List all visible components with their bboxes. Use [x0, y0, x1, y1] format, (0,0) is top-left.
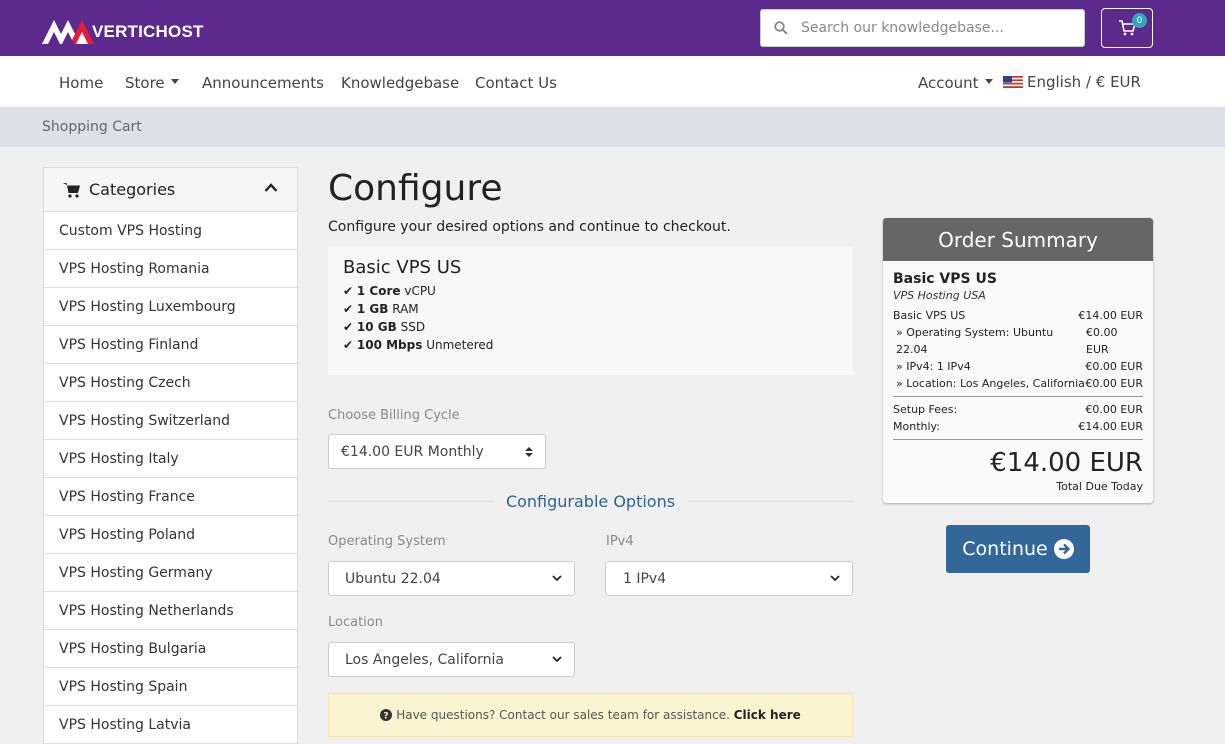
logo-mark-icon: [42, 20, 94, 44]
billing-cycle-value: €14.00 EUR Monthly: [341, 443, 484, 460]
order-summary: Order Summary Basic VPS US VPS Hosting U…: [883, 218, 1153, 503]
continue-label: Continue: [962, 538, 1048, 560]
sales-help-alert: ? Have questions? Contact our sales team…: [328, 693, 853, 737]
chevron-down-icon: [170, 79, 179, 84]
continue-button[interactable]: Continue: [946, 525, 1090, 573]
product-name: Basic VPS US: [343, 257, 462, 278]
product-feature: ✔ 1 GB RAM: [343, 302, 419, 316]
ipv4-select[interactable]: 1 IPv4: [605, 561, 853, 596]
chevron-down-icon: [830, 575, 840, 582]
sidebar-item-netherlands[interactable]: VPS Hosting Netherlands: [43, 592, 298, 630]
ipv4-value: 1 IPv4: [623, 570, 667, 587]
location-select[interactable]: Los Angeles, California: [328, 642, 575, 677]
summary-line: Basic VPS US €14.00 EUR: [893, 309, 1143, 322]
chevron-down-icon: [552, 656, 562, 663]
summary-divider: [893, 439, 1143, 440]
summary-total: €14.00 EUR: [990, 448, 1143, 478]
order-summary-body: Basic VPS US VPS Hosting USA Basic VPS U…: [883, 261, 1153, 503]
svg-text:?: ?: [384, 711, 389, 721]
summary-divider: [893, 396, 1143, 397]
language-currency-selector[interactable]: English / € EUR: [1003, 73, 1141, 91]
summary-total-label: Total Due Today: [1056, 480, 1143, 493]
us-flag-icon: [1003, 75, 1023, 88]
top-header: VERTICHOST 0: [0, 0, 1225, 56]
summary-product-group: VPS Hosting USA: [893, 289, 986, 302]
location-value: Los Angeles, California: [345, 651, 504, 668]
sidebar-item-france[interactable]: VPS Hosting France: [43, 478, 298, 516]
categories-title: Categories: [89, 180, 176, 199]
chevron-down-icon: [552, 575, 562, 582]
sidebar-item-germany[interactable]: VPS Hosting Germany: [43, 554, 298, 592]
nav-contact[interactable]: Contact Us: [475, 74, 557, 92]
nav-knowledgebase[interactable]: Knowledgebase: [341, 74, 459, 92]
help-text: Have questions? Contact our sales team f…: [396, 708, 730, 722]
nav-store[interactable]: Store: [125, 74, 179, 92]
page-title: Configure: [328, 168, 503, 209]
product-feature: ✔ 100 Mbps Unmetered: [343, 338, 494, 352]
os-select[interactable]: Ubuntu 22.04: [328, 561, 575, 596]
cart-count-badge: 0: [1132, 13, 1147, 28]
nav-account-label: Account: [918, 74, 979, 92]
summary-line: » IPv4: 1 IPv4 €0.00 EUR: [896, 360, 1143, 373]
sidebar-item-poland[interactable]: VPS Hosting Poland: [43, 516, 298, 554]
configure-main: Configure Configure your desired options…: [328, 167, 853, 737]
summary-line: » Operating System: Ubuntu 22.04 €0.00 EU…: [896, 326, 1118, 356]
sort-arrows-icon: [525, 446, 533, 457]
cart-button[interactable]: 0: [1101, 8, 1153, 48]
categories-panel: Categories Custom VPS Hosting VPS Hostin…: [43, 167, 298, 744]
os-label: Operating System: [328, 534, 446, 549]
ipv4-label: IPv4: [606, 534, 634, 549]
nav-announcements[interactable]: Announcements: [202, 74, 324, 92]
billing-cycle-select[interactable]: €14.00 EUR Monthly: [328, 434, 546, 469]
location-label: Location: [328, 615, 383, 630]
arrow-circle-right-icon: [1053, 539, 1074, 559]
product-info-box: Basic VPS US ✔ 1 Core vCPU ✔ 1 GB RAM ✔ …: [328, 247, 853, 375]
product-feature: ✔ 1 Core vCPU: [343, 284, 436, 298]
nav-home[interactable]: Home: [59, 74, 103, 92]
sidebar-item-romania[interactable]: VPS Hosting Romania: [43, 250, 298, 288]
billing-cycle-label: Choose Billing Cycle: [328, 408, 460, 423]
question-circle-icon: ?: [380, 709, 393, 721]
sidebar-item-switzerland[interactable]: VPS Hosting Switzerland: [43, 402, 298, 440]
os-value: Ubuntu 22.04: [345, 570, 441, 587]
chevron-down-icon: [984, 79, 993, 84]
search-icon: [761, 21, 801, 35]
sidebar-item-czech[interactable]: VPS Hosting Czech: [43, 364, 298, 402]
sidebar-item-luxembourg[interactable]: VPS Hosting Luxembourg: [43, 288, 298, 326]
breadcrumb: Shopping Cart: [0, 107, 1225, 147]
search-input[interactable]: [801, 20, 1071, 36]
sidebar-item-latvia[interactable]: VPS Hosting Latvia: [43, 706, 298, 744]
nav-store-label: Store: [125, 74, 165, 92]
configurable-options-title: Configurable Options: [505, 492, 676, 511]
language-label: English / € EUR: [1027, 73, 1141, 91]
cart-icon: [63, 182, 80, 198]
summary-line: » Location: Los Angeles, California €0.00…: [896, 377, 1143, 390]
chevron-up-icon[interactable]: [264, 181, 278, 195]
knowledgebase-search[interactable]: [760, 9, 1085, 47]
categories-header[interactable]: Categories: [43, 167, 298, 212]
summary-product-name: Basic VPS US: [893, 271, 997, 287]
brand-logo[interactable]: VERTICHOST: [42, 16, 204, 44]
order-summary-title: Order Summary: [883, 218, 1153, 261]
sidebar-item-custom-vps[interactable]: Custom VPS Hosting: [43, 212, 298, 250]
main-navbar: Home Store Announcements Knowledgebase C…: [0, 56, 1225, 107]
sidebar-item-italy[interactable]: VPS Hosting Italy: [43, 440, 298, 478]
breadcrumb-item[interactable]: Shopping Cart: [42, 119, 142, 135]
nav-account[interactable]: Account: [918, 74, 993, 92]
summary-setup-fees: Setup Fees: €0.00 EUR: [893, 403, 1143, 416]
sidebar-item-finland[interactable]: VPS Hosting Finland: [43, 326, 298, 364]
help-link[interactable]: Click here: [734, 708, 801, 722]
sidebar-item-bulgaria[interactable]: VPS Hosting Bulgaria: [43, 630, 298, 668]
page-subtitle: Configure your desired options and conti…: [328, 219, 731, 235]
product-feature: ✔ 10 GB SSD: [343, 320, 426, 334]
brand-name: VERTICHOST: [92, 22, 204, 41]
sidebar-item-spain[interactable]: VPS Hosting Spain: [43, 668, 298, 706]
summary-monthly: Monthly: €14.00 EUR: [893, 420, 1143, 433]
